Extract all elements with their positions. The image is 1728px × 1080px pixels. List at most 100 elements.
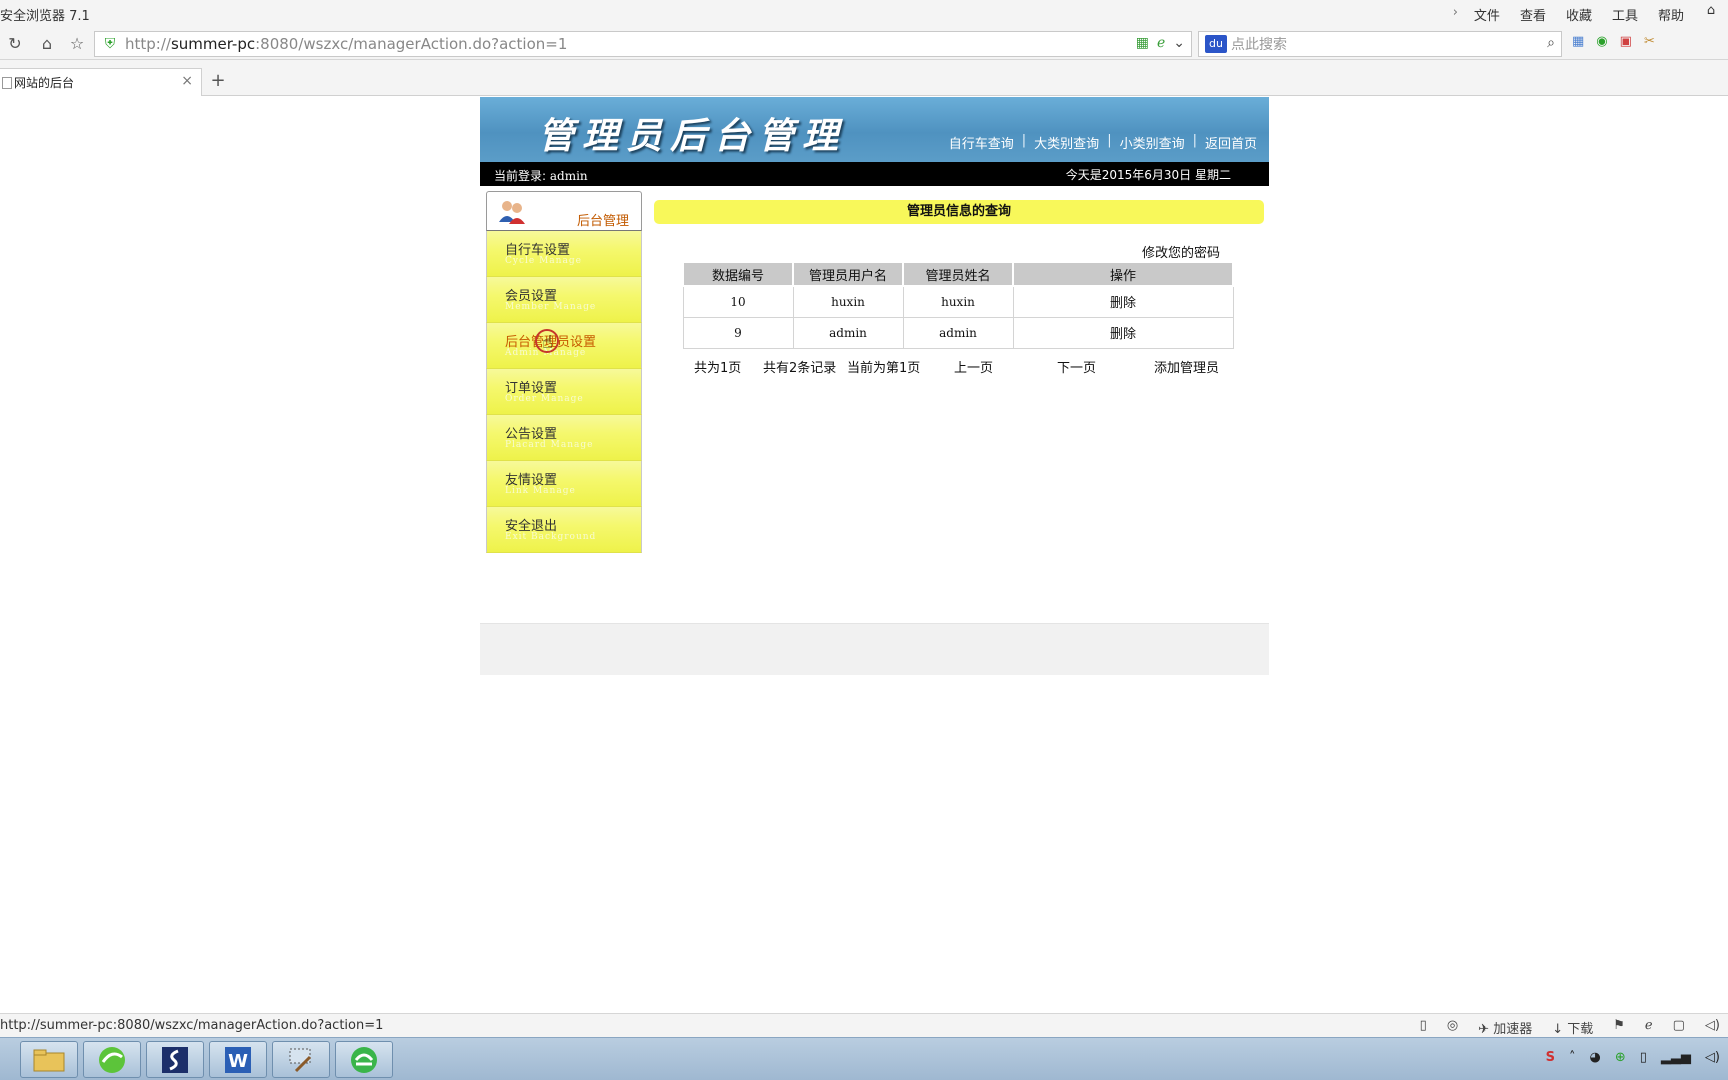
extension-icon[interactable]: ✂ xyxy=(1644,34,1655,49)
battery-icon[interactable]: ▯ xyxy=(1640,1050,1647,1065)
window-icon[interactable]: ▢ xyxy=(1673,1018,1685,1037)
pager-total-pages: 共为1页 xyxy=(694,361,742,376)
delete-link[interactable]: 删除 xyxy=(1012,285,1234,318)
browser-360-icon[interactable] xyxy=(83,1041,141,1078)
sidebar: 后台管理 自行车设置 Cycle Manage 会员设置 Member Mana… xyxy=(486,191,642,553)
close-icon[interactable]: × xyxy=(181,73,193,89)
accelerator-button[interactable]: ✈ 加速器 xyxy=(1478,1018,1532,1037)
search-engine-icon[interactable]: du xyxy=(1205,35,1227,53)
compat-mode-icon[interactable]: ℯ xyxy=(1157,35,1165,51)
shirt-icon[interactable]: ⌂ xyxy=(1700,3,1722,23)
address-bar[interactable]: ⛨ http://summer-pc:8080/wszxc/managerAct… xyxy=(94,31,1192,57)
apps-icon[interactable]: ▦ xyxy=(1572,34,1584,49)
qq-icon[interactable]: ◕ xyxy=(1590,1050,1601,1065)
menu-help[interactable]: 帮助 xyxy=(1648,5,1694,24)
change-password-link[interactable]: 修改您的密码 xyxy=(1142,242,1220,261)
address-url[interactable]: http://summer-pc:8080/wszxc/managerActio… xyxy=(125,35,567,53)
sidebar-item-admin-settings[interactable]: 后台管理员设置 Admin Manage ☝ xyxy=(486,323,642,369)
search-input[interactable]: 点此搜索 xyxy=(1231,34,1287,54)
link-bike-query[interactable]: 自行车查询 xyxy=(949,133,1014,152)
link-major-category-query[interactable]: 大类别查询 xyxy=(1034,133,1099,152)
word-icon[interactable]: W xyxy=(209,1041,267,1078)
tab-label: 网站的后台 xyxy=(14,76,75,90)
star-icon[interactable]: ☆ xyxy=(66,33,88,55)
sidebar-item-link-settings[interactable]: 友情设置 Link Manage xyxy=(486,461,642,507)
sidebar-item-sublabel: Exit Background xyxy=(505,532,597,542)
chevron-right-icon[interactable]: › xyxy=(1443,5,1464,24)
browser-menu: › 文件 查看 收藏 工具 帮助 xyxy=(1443,5,1694,24)
table-row: 10 huxin huxin 删除 xyxy=(682,285,1234,318)
sidebar-item-sublabel: Member Manage xyxy=(505,302,597,312)
network-icon[interactable]: ▂▃▅ xyxy=(1661,1050,1691,1065)
pager-current-page: 当前为第1页 xyxy=(847,361,921,376)
mobile-icon[interactable]: ▯ xyxy=(1420,1018,1427,1037)
menu-favorites[interactable]: 收藏 xyxy=(1556,5,1602,24)
cell-name: admin xyxy=(902,316,1014,349)
search-icon[interactable]: ⌕ xyxy=(1547,35,1555,51)
sidebar-heading: 后台管理 xyxy=(576,214,629,229)
ie-icon[interactable]: ℯ xyxy=(1645,1018,1653,1037)
home-icon[interactable]: ⌂ xyxy=(36,33,58,55)
page-icon xyxy=(2,76,12,89)
tab-admin-backend[interactable]: 网站的后台 × xyxy=(0,68,202,96)
chevron-down-icon[interactable]: ⌄ xyxy=(1173,35,1185,51)
qr-code-icon[interactable]: ▦ xyxy=(1136,35,1149,51)
speaker-icon[interactable]: ◁) xyxy=(1705,1050,1720,1065)
link-separator: | xyxy=(1192,133,1197,148)
flag-icon[interactable]: ⚑ xyxy=(1613,1018,1625,1037)
admin-table: 数据编号 管理员用户名 管理员姓名 操作 10 huxin huxin 删除 9… xyxy=(682,261,1234,349)
security-icon[interactable]: ⊕ xyxy=(1615,1050,1626,1065)
ie-browser-icon[interactable] xyxy=(335,1041,393,1078)
browser-app-title: 安全浏览器 7.1 xyxy=(0,8,90,24)
pager-prev-link[interactable]: 上一页 xyxy=(954,357,993,376)
sidebar-item-order-settings[interactable]: 订单设置 Order Manage xyxy=(486,369,642,415)
sidebar-item-bike-settings[interactable]: 自行车设置 Cycle Manage xyxy=(486,231,642,277)
download-button[interactable]: ↓ 下载 xyxy=(1552,1018,1593,1037)
hand-cursor-icon: ☝ xyxy=(542,332,553,353)
menu-view[interactable]: 查看 xyxy=(1510,5,1556,24)
tray-expand-icon[interactable]: ˄ xyxy=(1569,1050,1576,1065)
file-explorer-icon[interactable] xyxy=(20,1041,78,1078)
browser-titlebar: 安全浏览器 7.1 › 文件 查看 收藏 工具 帮助 ⌂ xyxy=(0,0,1728,28)
refresh-icon[interactable]: ↻ xyxy=(4,33,26,55)
new-tab-button[interactable]: + xyxy=(208,70,228,91)
menu-tools[interactable]: 工具 xyxy=(1602,5,1648,24)
menu-file[interactable]: 文件 xyxy=(1464,5,1510,24)
banner-links: 自行车查询 | 大类别查询 | 小类别查询 | 返回首页 xyxy=(949,133,1257,152)
table-header-row: 数据编号 管理员用户名 管理员姓名 操作 xyxy=(682,261,1234,287)
browser-navbar: ↻ ⌂ ☆ ⛨ http://summer-pc:8080/wszxc/mana… xyxy=(0,28,1728,60)
cell-name: huxin xyxy=(902,285,1014,318)
pager-next-link[interactable]: 下一页 xyxy=(1057,357,1096,376)
column-header-id: 数据编号 xyxy=(682,261,794,287)
status-url: http://summer-pc:8080/wszxc/managerActio… xyxy=(0,1018,384,1033)
toolbar-icons: ▦ ◉ ▣ ✂ xyxy=(1572,34,1655,49)
compat-icon[interactable]: ◎ xyxy=(1447,1018,1458,1037)
sidebar-item-logout[interactable]: 安全退出 Exit Background xyxy=(486,507,642,553)
sidebar-item-member-settings[interactable]: 会员设置 Member Manage xyxy=(486,277,642,323)
pdf-icon[interactable]: ▣ xyxy=(1620,34,1632,49)
column-header-action: 操作 xyxy=(1012,261,1234,287)
delete-link[interactable]: 删除 xyxy=(1012,316,1234,349)
sidebar-item-sublabel: Placard Manage xyxy=(505,440,594,450)
add-admin-link[interactable]: 添加管理员 xyxy=(1154,357,1219,376)
eclipse-icon[interactable] xyxy=(146,1041,204,1078)
banner-title: 管理员后台管理 xyxy=(538,115,847,157)
link-separator: | xyxy=(1107,133,1112,148)
system-tray: S ˄ ◕ ⊕ ▯ ▂▃▅ ◁) xyxy=(1546,1050,1720,1065)
link-back-home[interactable]: 返回首页 xyxy=(1205,133,1257,152)
page-footer xyxy=(480,623,1269,675)
sidebar-item-notice-settings[interactable]: 公告设置 Placard Manage xyxy=(486,415,642,461)
pager: 共为1页 共有2条记录 当前为第1页 上一页 下一页 添加管理员 xyxy=(682,357,1234,377)
cell-username: huxin xyxy=(792,285,904,318)
pager-total-records: 共有2条记录 xyxy=(763,361,837,376)
input-method-icon[interactable]: S xyxy=(1546,1050,1555,1065)
volume-icon[interactable]: ◁) xyxy=(1705,1018,1720,1037)
current-login: 当前登录: admin xyxy=(494,169,588,183)
status-tools: ▯ ◎ ✈ 加速器 ↓ 下载 ⚑ ℯ ▢ ◁) xyxy=(1420,1018,1720,1037)
tools-icon[interactable] xyxy=(272,1041,330,1078)
link-minor-category-query[interactable]: 小类别查询 xyxy=(1120,133,1185,152)
shield-icon[interactable]: ◉ xyxy=(1596,34,1607,49)
cell-id: 10 xyxy=(682,285,794,318)
sidebar-header: 后台管理 xyxy=(486,191,642,231)
search-box[interactable]: du 点此搜索 ⌕ xyxy=(1198,31,1562,57)
